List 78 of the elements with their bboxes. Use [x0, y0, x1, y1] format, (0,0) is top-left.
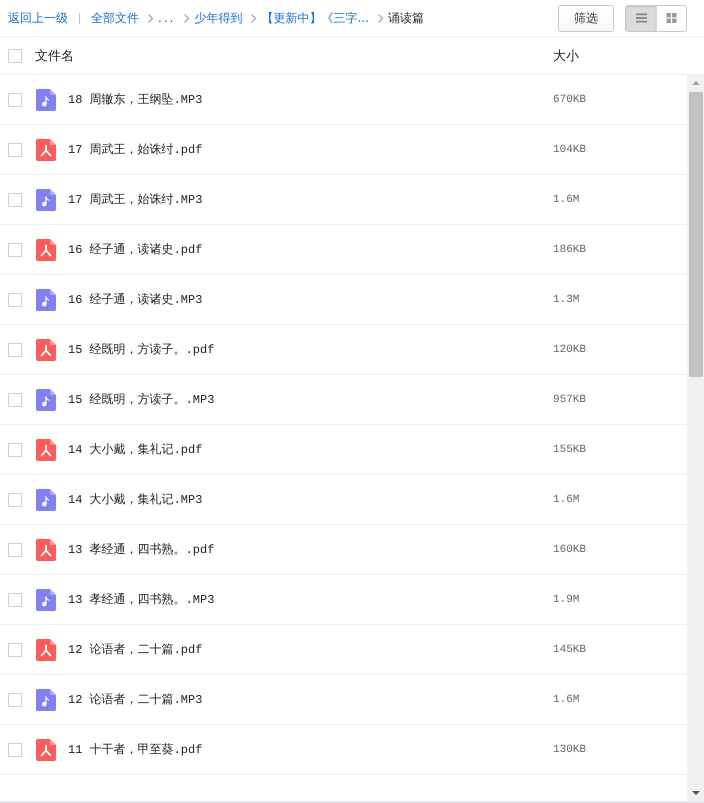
file-name[interactable]: 17 周武王，始诛纣.MP3: [68, 191, 202, 208]
file-size: 120KB: [553, 344, 586, 356]
row-checkbox[interactable]: [8, 192, 22, 206]
music-file-icon: [36, 88, 56, 110]
grid-view-button[interactable]: [656, 6, 686, 30]
list-icon: [636, 13, 646, 23]
row-checkbox[interactable]: [8, 342, 22, 356]
grid-icon: [666, 13, 677, 23]
music-file-icon: [36, 388, 56, 410]
file-name[interactable]: 17 周武王，始诛纣.pdf: [68, 141, 202, 158]
back-link[interactable]: 返回上一级: [8, 10, 68, 26]
file-name[interactable]: 13 孝经通，四书熟。.MP3: [68, 591, 214, 608]
row-checkbox[interactable]: [8, 642, 22, 656]
pdf-file-icon: [36, 438, 56, 460]
file-name[interactable]: 18 周辙东，王纲坠.MP3: [68, 91, 202, 108]
scrollbar-track[interactable]: [687, 75, 704, 801]
music-file-icon: [36, 488, 56, 510]
column-header: 文件名: [35, 48, 74, 64]
file-name[interactable]: 13 孝经通，四书熟。.pdf: [68, 541, 214, 558]
file-name[interactable]: 12 论语者，二十篇.MP3: [68, 691, 202, 708]
file-size: 186KB: [553, 244, 586, 256]
file-size: 1.6M: [553, 194, 580, 206]
file-name[interactable]: 12 论语者，二十篇.pdf: [68, 641, 202, 658]
file-size: 145KB: [553, 644, 586, 656]
file-size: 155KB: [553, 444, 586, 456]
row-checkbox[interactable]: [8, 92, 22, 106]
file-size: 957KB: [553, 394, 586, 406]
music-file-icon: [36, 688, 56, 710]
breadcrumb-link[interactable]: 全部文件: [91, 10, 139, 26]
row-checkbox[interactable]: [8, 442, 22, 456]
row-checkbox[interactable]: [8, 542, 22, 556]
file-size: 670KB: [553, 94, 586, 106]
down-arrow-icon[interactable]: [692, 791, 700, 795]
file-name[interactable]: 16 经子通，读诸史.pdf: [68, 241, 202, 258]
file-size: 1.6M: [553, 494, 580, 506]
up-arrow-icon[interactable]: [692, 81, 700, 85]
breadcrumb-ellipsis[interactable]: ...: [158, 11, 176, 25]
row-checkbox[interactable]: [8, 392, 22, 406]
pdf-file-icon: [36, 738, 56, 760]
chevron-icon: [378, 14, 383, 22]
pdf-file-icon: [36, 338, 56, 360]
row-checkbox[interactable]: [8, 492, 22, 506]
row-checkbox[interactable]: [8, 692, 22, 706]
row-checkbox[interactable]: [8, 242, 22, 256]
breadcrumb-link[interactable]: 少年得到: [194, 10, 242, 26]
chevron-icon: [251, 14, 256, 22]
filter-button[interactable]: 筛选: [558, 4, 614, 32]
breadcrumb-link[interactable]: 【更新中】《三字...: [261, 10, 369, 26]
file-size: 130KB: [553, 744, 586, 756]
chevron-icon: [148, 14, 153, 22]
row-checkbox[interactable]: [8, 592, 22, 606]
file-name[interactable]: 15 经既明，方读子。.pdf: [68, 341, 214, 358]
file-name[interactable]: 14 大小戴，集礼记.pdf: [68, 441, 202, 458]
list-view-button[interactable]: [626, 6, 656, 30]
pdf-file-icon: [36, 538, 56, 560]
file-name[interactable]: 15 经既明，方读子。.MP3: [68, 391, 214, 408]
pdf-file-icon: [36, 638, 56, 660]
music-file-icon: [36, 188, 56, 210]
file-name[interactable]: 14 大小戴，集礼记.MP3: [68, 491, 202, 508]
file-size: 1.9M: [553, 594, 580, 606]
file-size: 1.6M: [553, 694, 580, 706]
music-file-icon: [36, 288, 56, 310]
file-size: 1.3M: [553, 294, 580, 306]
scrollbar-thumb[interactable]: [688, 92, 702, 377]
select-all-checkbox[interactable]: [8, 48, 22, 62]
file-name[interactable]: 11 十干者，甲至葵.pdf: [68, 741, 202, 758]
chevron-icon: [184, 14, 190, 22]
file-name[interactable]: 16 经子通，读诸史.MP3: [68, 291, 202, 308]
pdf-file-icon: [36, 238, 56, 260]
file-size: 160KB: [553, 544, 586, 556]
row-checkbox[interactable]: [8, 292, 22, 306]
row-checkbox[interactable]: [8, 142, 22, 156]
breadcrumb-current: 诵读篇: [388, 10, 424, 26]
music-file-icon: [36, 588, 56, 610]
row-checkbox[interactable]: [8, 742, 22, 756]
column-header: 大小: [553, 48, 579, 64]
pdf-file-icon: [36, 138, 56, 160]
file-size: 104KB: [553, 144, 586, 156]
